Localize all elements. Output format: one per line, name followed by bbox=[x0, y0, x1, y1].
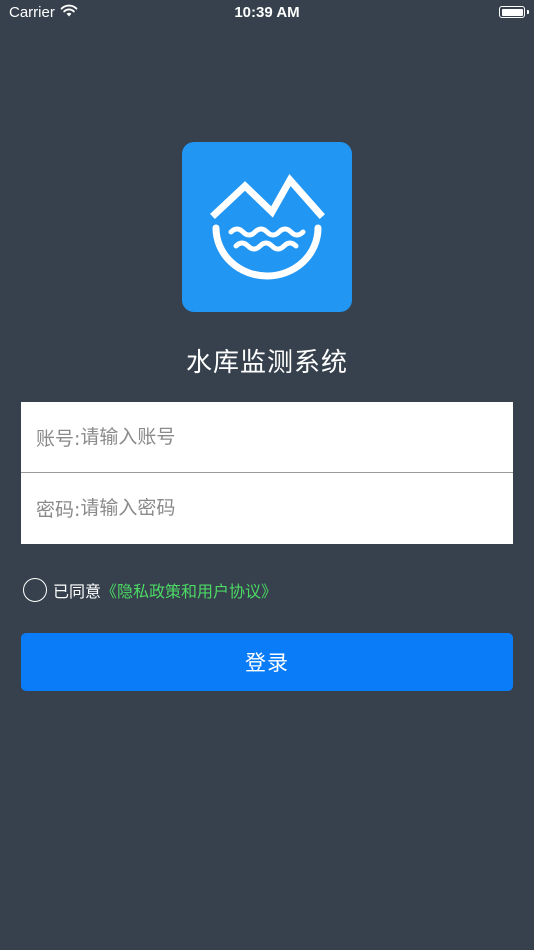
agreement-checkbox[interactable] bbox=[23, 578, 47, 602]
account-label: 账号: bbox=[36, 427, 81, 450]
status-time: 10:39 AM bbox=[234, 4, 300, 21]
password-input[interactable] bbox=[80, 497, 441, 519]
login-form: 账号: 密码: bbox=[21, 402, 513, 544]
agreement-text: 已同意 bbox=[53, 582, 102, 601]
battery-icon bbox=[499, 6, 529, 18]
privacy-agreement-link[interactable]: 《隐私政策和用户协议》 bbox=[101, 578, 277, 602]
account-input[interactable] bbox=[80, 426, 441, 448]
battery-fill bbox=[501, 8, 523, 16]
app-logo bbox=[182, 142, 352, 312]
battery-cap bbox=[527, 9, 529, 14]
agreement-row: 已同意 《隐私政策和用户协议》 bbox=[23, 575, 277, 605]
status-bar: Carrier 10:39 AM bbox=[0, 0, 534, 30]
app-title: 水库监测系统 bbox=[185, 348, 348, 378]
login-button[interactable]: 登录 bbox=[21, 633, 513, 691]
password-row: 密码: bbox=[21, 473, 513, 543]
login-button-label: 登录 bbox=[245, 651, 289, 675]
reservoir-mountain-water-icon bbox=[210, 173, 325, 280]
account-row: 账号: bbox=[21, 402, 513, 472]
password-label: 密码: bbox=[36, 498, 81, 521]
